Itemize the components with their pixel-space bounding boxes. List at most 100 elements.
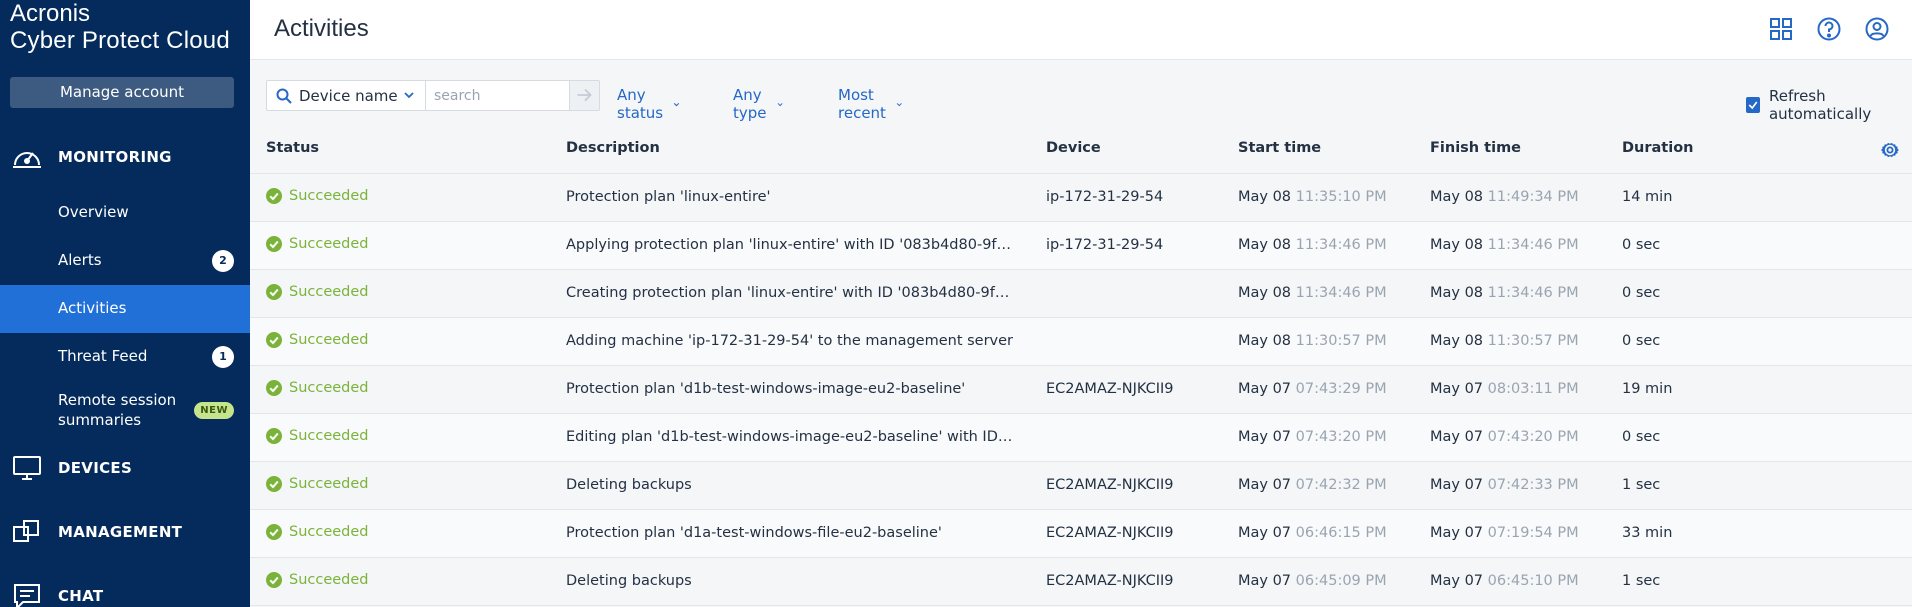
finish-date: May 07 bbox=[1430, 381, 1484, 397]
checkmark-icon bbox=[1748, 101, 1758, 110]
start-time-cell: May 07 07:42:32 PM bbox=[1238, 477, 1387, 493]
table-row[interactable]: Succeeded Editing plan 'd1b-test-windows… bbox=[250, 414, 1912, 462]
start-clock: 07:43:20 PM bbox=[1295, 429, 1387, 445]
search-submit-button[interactable] bbox=[569, 80, 600, 111]
sidebar-item-remote-session-summaries[interactable]: Remote session summaries NEW bbox=[0, 386, 250, 434]
gear-icon[interactable] bbox=[1880, 140, 1900, 160]
finish-clock: 08:03:11 PM bbox=[1487, 381, 1579, 397]
sidebar-item-alerts[interactable]: Alerts 2 bbox=[0, 237, 250, 285]
section-label: DEVICES bbox=[58, 459, 133, 477]
sidebar-item-overview[interactable]: Overview bbox=[0, 189, 250, 237]
new-badge: NEW bbox=[194, 402, 234, 419]
section-label: CHAT bbox=[58, 587, 104, 605]
finish-date: May 07 bbox=[1430, 573, 1484, 589]
chat-icon bbox=[14, 584, 40, 607]
help-icon[interactable] bbox=[1816, 16, 1842, 42]
activities-table: Status Description Device Start time Fin… bbox=[250, 128, 1912, 606]
device-cell: EC2AMAZ-NJKCII9 bbox=[1046, 573, 1174, 589]
device-field-select[interactable]: Device name bbox=[266, 80, 426, 111]
start-time-cell: May 08 11:35:10 PM bbox=[1238, 189, 1387, 205]
device-select-value: Device name bbox=[299, 87, 398, 105]
page-title: Activities bbox=[274, 15, 369, 42]
section-devices[interactable]: DEVICES bbox=[0, 448, 250, 488]
start-date: May 08 bbox=[1238, 237, 1292, 253]
sidebar-item-threat-feed[interactable]: Threat Feed 1 bbox=[0, 333, 250, 381]
start-time-cell: May 08 11:30:57 PM bbox=[1238, 333, 1387, 349]
user-icon[interactable] bbox=[1864, 16, 1890, 42]
sort-label: Most recent bbox=[838, 86, 886, 122]
description-cell: Deleting backups bbox=[566, 573, 692, 589]
status-cell: Succeeded bbox=[266, 236, 369, 252]
start-date: May 07 bbox=[1238, 525, 1292, 541]
start-date: May 07 bbox=[1238, 477, 1292, 493]
status-cell: Succeeded bbox=[266, 332, 369, 348]
table-row[interactable]: Succeeded Protection plan 'linux-entire'… bbox=[250, 174, 1912, 222]
duration-cell: 1 sec bbox=[1622, 477, 1661, 493]
logo: Acronis Cyber Protect Cloud bbox=[10, 0, 230, 53]
device-cell: ip-172-31-29-54 bbox=[1046, 237, 1164, 253]
section-chat[interactable]: CHAT bbox=[0, 576, 250, 607]
chevron-down-icon bbox=[897, 102, 903, 106]
status-filter-dropdown[interactable]: Any status bbox=[617, 86, 680, 122]
management-icon bbox=[13, 520, 39, 542]
column-header-finish-time[interactable]: Finish time bbox=[1430, 140, 1521, 156]
finish-time-cell: May 07 06:45:10 PM bbox=[1430, 573, 1579, 589]
table-row[interactable]: Succeeded Adding machine 'ip-172-31-29-5… bbox=[250, 318, 1912, 366]
table-row[interactable]: Succeeded Applying protection plan 'linu… bbox=[250, 222, 1912, 270]
column-header-duration[interactable]: Duration bbox=[1622, 140, 1693, 156]
sidebar-item-activities[interactable]: Activities bbox=[0, 285, 250, 333]
description-cell: Deleting backups bbox=[566, 477, 692, 493]
table-row[interactable]: Succeeded Creating protection plan 'linu… bbox=[250, 270, 1912, 318]
success-check-icon bbox=[266, 524, 282, 540]
duration-cell: 0 sec bbox=[1622, 333, 1661, 349]
refresh-automatically-toggle[interactable]: Refresh automatically bbox=[1746, 87, 1912, 123]
finish-time-cell: May 08 11:49:34 PM bbox=[1430, 189, 1579, 205]
description-cell: Editing plan 'd1b-test-windows-image-eu2… bbox=[566, 429, 1016, 445]
start-time-cell: May 07 07:43:29 PM bbox=[1238, 381, 1387, 397]
section-monitoring[interactable]: MONITORING bbox=[0, 137, 250, 177]
table-row[interactable]: Succeeded Deleting backups EC2AMAZ-NJKCI… bbox=[250, 462, 1912, 510]
page-header: Activities bbox=[250, 0, 1912, 60]
status-text: Succeeded bbox=[289, 572, 369, 588]
description-cell: Adding machine 'ip-172-31-29-54' to the … bbox=[566, 333, 1014, 349]
column-header-device[interactable]: Device bbox=[1046, 140, 1101, 156]
threat-feed-count-badge: 1 bbox=[212, 346, 234, 368]
manage-account-button[interactable]: Manage account bbox=[10, 77, 234, 108]
duration-cell: 0 sec bbox=[1622, 429, 1661, 445]
finish-time-cell: May 07 08:03:11 PM bbox=[1430, 381, 1579, 397]
duration-cell: 33 min bbox=[1622, 525, 1673, 541]
start-time-cell: May 08 11:34:46 PM bbox=[1238, 285, 1387, 301]
table-row[interactable]: Succeeded Deleting backups EC2AMAZ-NJKCI… bbox=[250, 558, 1912, 606]
refresh-label: Refresh automatically bbox=[1768, 87, 1872, 123]
table-row[interactable]: Succeeded Protection plan 'd1a-test-wind… bbox=[250, 510, 1912, 558]
column-header-status[interactable]: Status bbox=[266, 140, 319, 156]
start-clock: 11:34:46 PM bbox=[1295, 237, 1387, 253]
column-header-description[interactable]: Description bbox=[566, 140, 660, 156]
search-input[interactable] bbox=[425, 80, 570, 111]
duration-cell: 1 sec bbox=[1622, 573, 1661, 589]
device-cell: EC2AMAZ-NJKCII9 bbox=[1046, 381, 1174, 397]
refresh-checkbox[interactable] bbox=[1746, 97, 1760, 113]
start-time-cell: May 07 06:46:15 PM bbox=[1238, 525, 1387, 541]
column-header-start-time[interactable]: Start time bbox=[1238, 140, 1321, 156]
type-filter-dropdown[interactable]: Any type bbox=[733, 86, 784, 122]
finish-date: May 08 bbox=[1430, 189, 1484, 205]
duration-cell: 14 min bbox=[1622, 189, 1673, 205]
chevron-down-icon bbox=[673, 102, 680, 106]
sort-dropdown[interactable]: Most recent bbox=[838, 86, 903, 122]
grid-icon[interactable] bbox=[1768, 16, 1794, 42]
start-clock: 11:30:57 PM bbox=[1295, 333, 1387, 349]
section-label: MANAGEMENT bbox=[58, 523, 183, 541]
finish-time-cell: May 08 11:34:46 PM bbox=[1430, 285, 1579, 301]
product-name: Cyber Protect Cloud bbox=[10, 27, 230, 54]
start-clock: 06:46:15 PM bbox=[1295, 525, 1387, 541]
success-check-icon bbox=[266, 380, 282, 396]
start-clock: 11:35:10 PM bbox=[1295, 189, 1387, 205]
table-body: Succeeded Protection plan 'linux-entire'… bbox=[250, 174, 1912, 606]
finish-clock: 11:34:46 PM bbox=[1487, 285, 1579, 301]
chevron-down-icon bbox=[777, 102, 783, 106]
start-time-cell: May 07 06:45:09 PM bbox=[1238, 573, 1387, 589]
section-management[interactable]: MANAGEMENT bbox=[0, 512, 250, 552]
table-row[interactable]: Succeeded Protection plan 'd1b-test-wind… bbox=[250, 366, 1912, 414]
type-filter-label: Any type bbox=[733, 86, 767, 122]
